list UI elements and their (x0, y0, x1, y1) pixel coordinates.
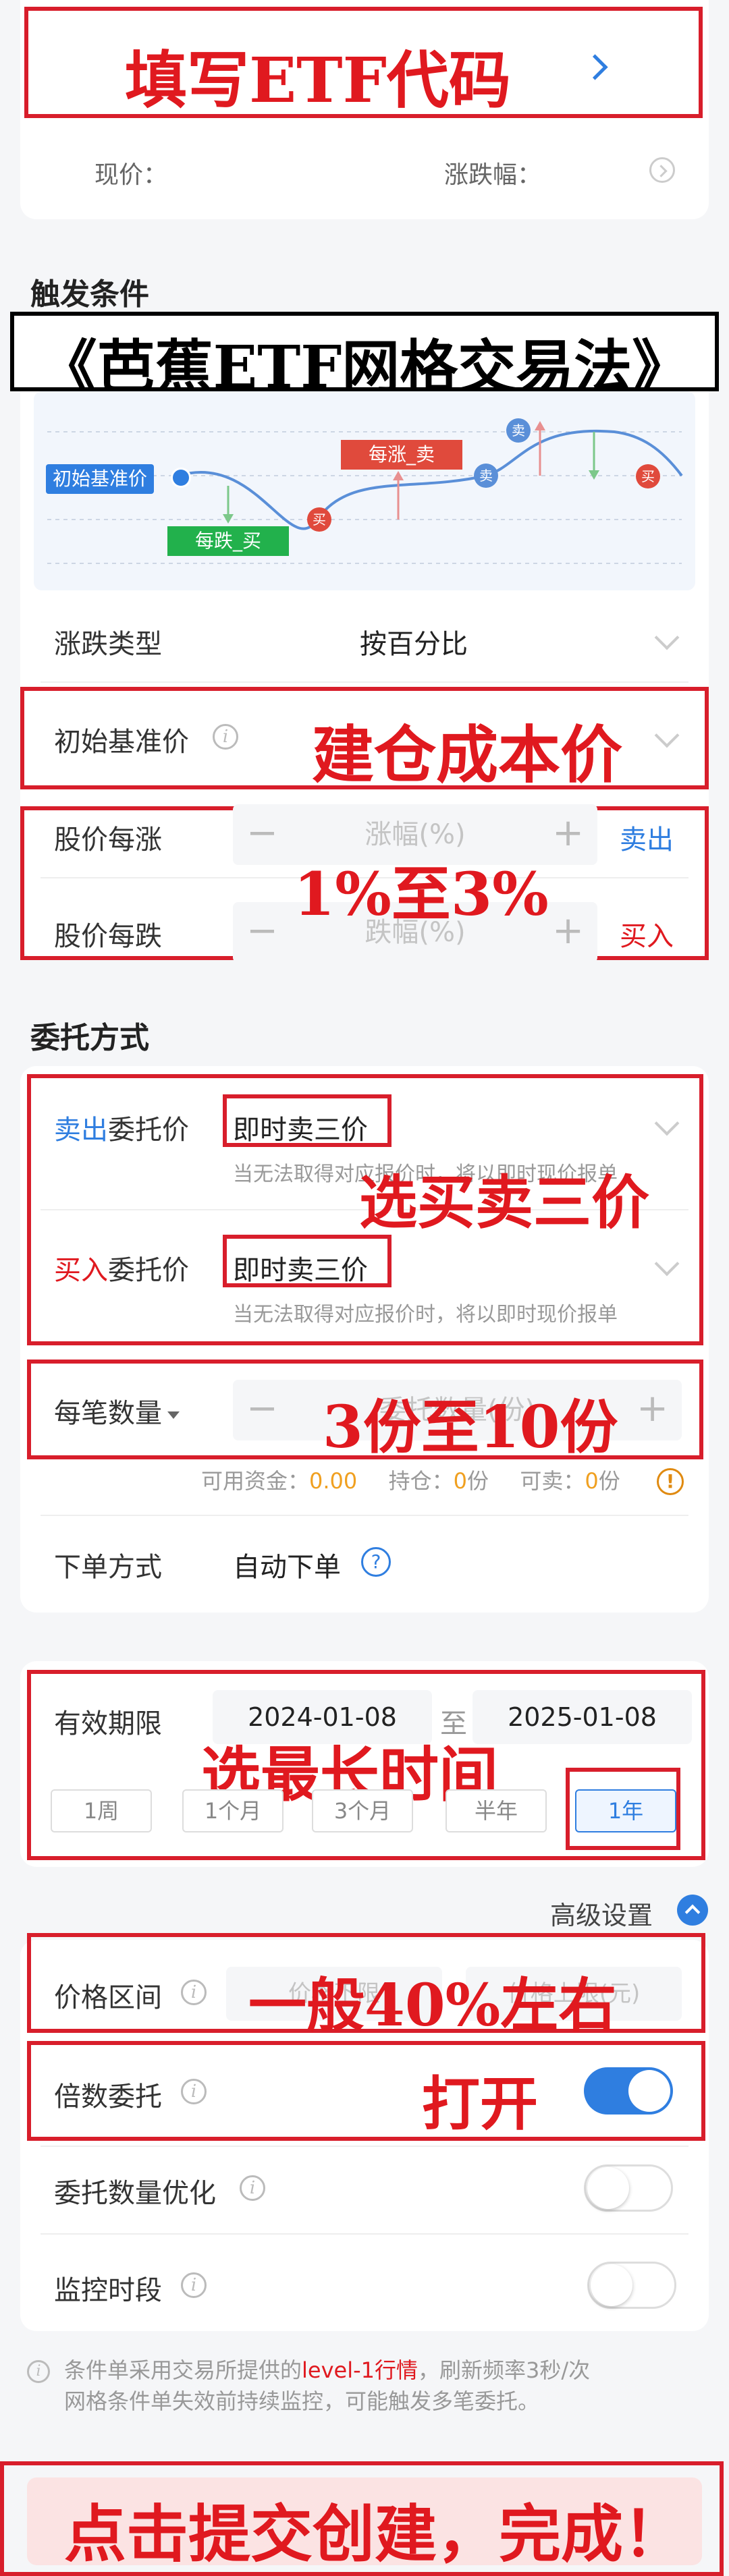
rise-label: 股价每涨 (54, 824, 162, 856)
submit-annotation: 点击提交创建，完成！ (64, 2498, 686, 2571)
info-icon: i (27, 2360, 50, 2383)
change-type-value[interactable]: 按百分比 (360, 622, 468, 661)
validity-tab-1week[interactable]: 1周 (51, 1789, 152, 1832)
info-icon[interactable]: i (181, 1980, 207, 2005)
caret-down-icon (167, 1411, 180, 1419)
plus-icon[interactable]: + (552, 804, 584, 862)
funds-value: 0.00 (309, 1468, 358, 1494)
chevron-right-circle-icon[interactable] (649, 157, 675, 183)
plus-icon[interactable]: + (637, 1380, 668, 1438)
order-mode-value: 自动下单 (233, 1552, 341, 1583)
hold-value: 0 (453, 1468, 467, 1494)
warning-icon[interactable]: ! (657, 1468, 684, 1495)
fall-label: 股价每跌 (54, 921, 162, 952)
buy-price-label: 买入委托价 (54, 1248, 189, 1287)
sell-marker: 卖 (506, 418, 531, 443)
buy-suffix: 委托价 (108, 1255, 189, 1286)
footer-note-line1: 条件单采用交易所提供的level-1行情，刷新频率3秒/次 (64, 2357, 591, 2383)
qty-opt-label: 委托数量优化 (54, 2178, 216, 2209)
monitor-toggle[interactable] (587, 2262, 676, 2309)
etf-code-annotation: 填写ETF代码 (125, 44, 511, 117)
multiple-label: 倍数委托 (54, 2081, 162, 2112)
change-type-label: 涨跌类型 (54, 629, 162, 660)
buy-prefix: 买入 (54, 1255, 108, 1286)
info-icon[interactable]: i (181, 2079, 207, 2104)
level1-link[interactable]: level-1行情 (302, 2357, 418, 2383)
price-label: 现价： (94, 161, 168, 189)
validity-tab-3month[interactable]: 3个月 (312, 1789, 413, 1832)
validity-tab-1month[interactable]: 1个月 (182, 1789, 284, 1832)
chevron-up-circle-icon[interactable] (677, 1895, 708, 1926)
info-icon[interactable]: i (240, 2175, 265, 2201)
rise-sell-tag: 每涨_卖 (341, 440, 462, 470)
help-icon[interactable]: ? (361, 1547, 391, 1577)
sell-price-label: 卖出委托价 (54, 1108, 189, 1147)
multiple-annotation: 打开 (422, 2070, 538, 2138)
trigger-section-title: 触发条件 (30, 277, 149, 312)
validity-tab-halfyear[interactable]: 半年 (446, 1789, 547, 1832)
chevron-right-icon (582, 54, 608, 80)
info-icon[interactable]: i (213, 724, 238, 750)
sell-suffix: 委托价 (108, 1115, 189, 1146)
base-price-annotation: 建仓成本价 (312, 719, 623, 791)
fall-buy-tag: 每跌_买 (167, 526, 289, 556)
sell-prefix: 卖出 (54, 1115, 108, 1146)
validity-tab-1year[interactable]: 1年 (575, 1789, 676, 1832)
sell-marker: 卖 (474, 464, 498, 488)
validity-label: 有效期限 (54, 1708, 162, 1739)
rise-sell-action[interactable]: 卖出 (620, 818, 674, 857)
range-annotation: 1%至3% (294, 859, 549, 929)
change-label: 涨跌幅： (444, 161, 542, 189)
price-range-label: 价格区间 (54, 1982, 162, 2013)
buy-price-hint: 当无法取得对应报价时，将以即时现价报单 (233, 1303, 618, 1326)
qty-opt-toggle[interactable] (584, 2164, 673, 2212)
base-price-tag: 初始基准价 (46, 464, 154, 494)
multiple-toggle[interactable] (584, 2067, 673, 2115)
price-range-annotation: 一般40%左右 (248, 1971, 617, 2040)
fall-buy-action[interactable]: 买入 (620, 914, 674, 953)
sellable-value: 0 (585, 1468, 599, 1494)
buy-price-value[interactable]: 即时卖三价 (233, 1248, 368, 1287)
account-info: 可用资金：0.00 持仓：0份 可卖：0份 (201, 1468, 620, 1494)
footer-note-line2: 网格条件单失效前持续监控，可能触发多笔委托。 (64, 2388, 540, 2414)
plus-icon[interactable]: + (552, 902, 584, 960)
buy-marker: 买 (307, 507, 331, 532)
order-section-title: 委托方式 (30, 1021, 149, 1055)
order-price-annotation: 选买卖三价 (359, 1169, 649, 1237)
qty-label[interactable]: 每笔数量 (54, 1391, 180, 1430)
etf-code-selector[interactable] (580, 47, 621, 88)
info-icon[interactable]: i (181, 2272, 207, 2298)
order-mode-label: 下单方式 (54, 1552, 162, 1583)
validity-end-input[interactable]: 2025-01-08 (473, 1690, 692, 1744)
advanced-title[interactable]: 高级设置 (550, 1895, 653, 1932)
base-price-label: 初始基准价 (54, 727, 189, 758)
buy-marker: 买 (636, 464, 660, 488)
qty-annotation: 3份至10份 (323, 1393, 618, 1461)
base-price-dot (171, 468, 191, 488)
grid-diagram: 初始基准价 每跌_买 每涨_卖 买 卖 卖 买 (34, 391, 695, 590)
monitor-label: 监控时段 (54, 2275, 162, 2306)
sell-price-value[interactable]: 即时卖三价 (233, 1108, 368, 1147)
